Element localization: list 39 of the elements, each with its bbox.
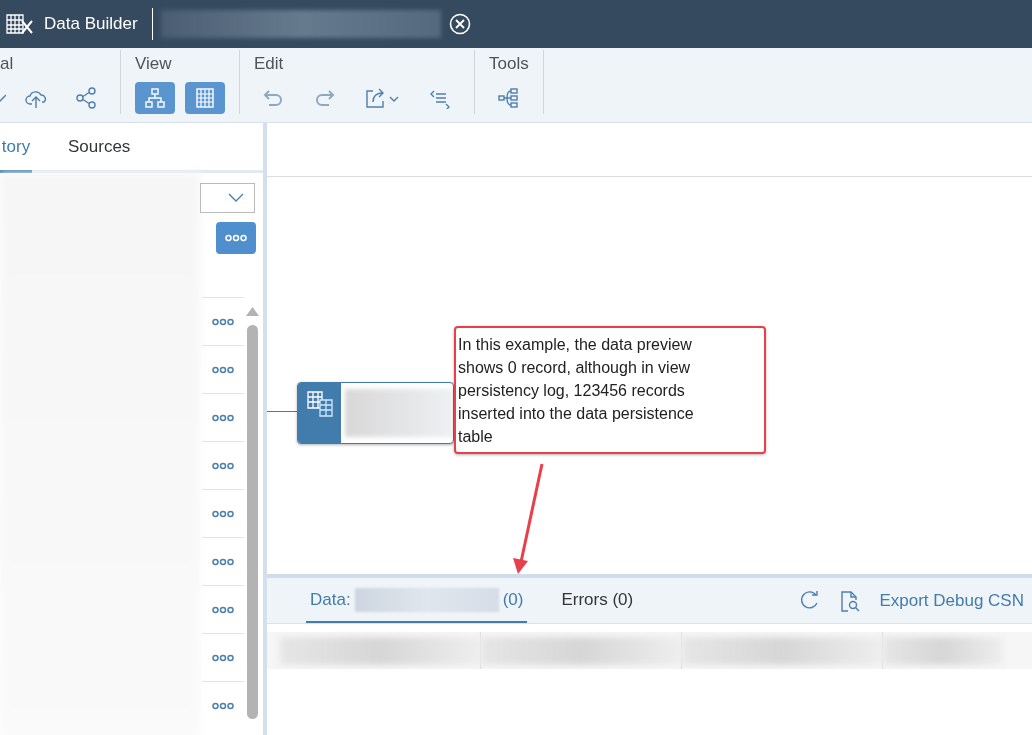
panel-tab[interactable]: Data: (0) (306, 578, 528, 623)
share-icon (75, 87, 97, 109)
more-icon[interactable] (212, 365, 234, 374)
dropdown[interactable] (200, 183, 255, 213)
annotation-callout: In this example, the data preview shows 0 record, although in view persistency log, 123456 records inserted into the data persistence table (454, 326, 766, 454)
toolbar-group-label: Edit (254, 54, 285, 75)
more-icon[interactable] (212, 413, 234, 422)
more-icon[interactable] (212, 605, 234, 614)
more-button[interactable] (216, 222, 256, 254)
more-icon[interactable] (212, 701, 234, 710)
more-icon[interactable] (212, 557, 234, 566)
app-title: Data Builder (44, 14, 138, 34)
scrollbar-thumb[interactable] (247, 325, 258, 719)
tree-icon (498, 87, 520, 109)
panel-tab[interactable]: Errors (0) (557, 578, 638, 623)
panel-tab[interactable]: Sources (68, 123, 131, 173)
undo-icon (263, 87, 285, 109)
toolbar-button[interactable] (135, 82, 175, 114)
more-icon[interactable] (212, 461, 234, 470)
more-icon[interactable] (212, 653, 234, 662)
toolbar-group-label: al (0, 54, 15, 75)
export-debug-button[interactable]: Export Debug CSN (879, 578, 1032, 623)
connector-line (267, 411, 297, 412)
more-icon[interactable] (225, 234, 247, 242)
tables-icon (306, 391, 333, 417)
redo-icon (313, 87, 335, 109)
hierarchy-icon (144, 87, 166, 109)
chevron-down-icon (228, 193, 244, 203)
document-search-icon (839, 589, 862, 612)
close-icon[interactable] (448, 13, 471, 35)
toolbar-button[interactable] (185, 82, 225, 114)
export-icon (364, 87, 400, 109)
scroll-up-icon[interactable] (246, 307, 259, 316)
toolbar-group-label: Tools (489, 54, 529, 75)
grid-icon (194, 87, 216, 109)
more-icon[interactable] (212, 509, 234, 518)
toolbar-group-label: View (135, 54, 173, 75)
more-icon[interactable] (212, 317, 234, 326)
table-node[interactable] (297, 382, 454, 444)
